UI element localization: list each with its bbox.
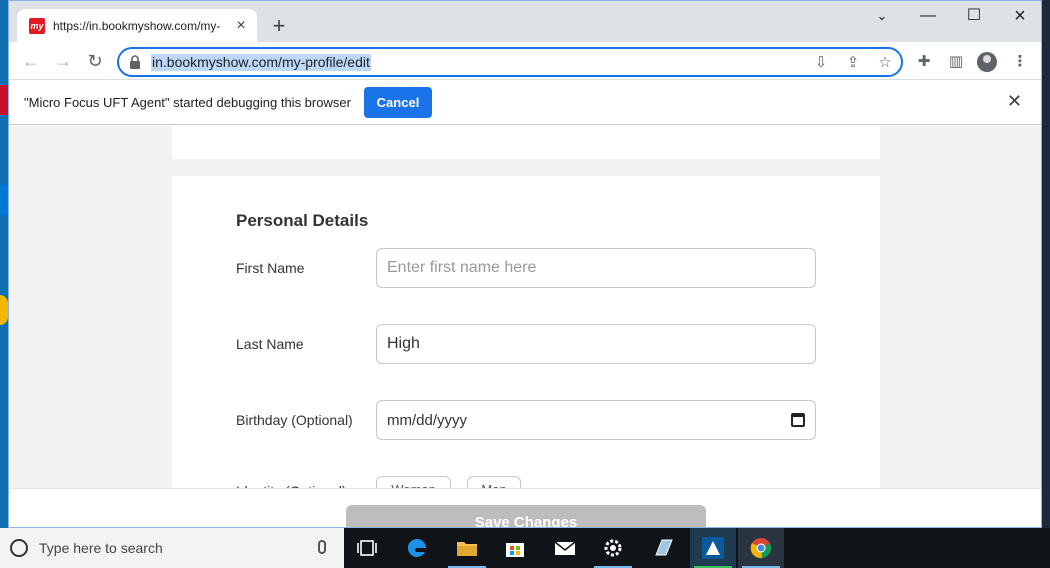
previous-card [172,126,880,159]
close-window-icon[interactable]: × [997,1,1041,31]
birthday-date-text: mm/dd/yyyy [387,412,468,429]
taskbar-chrome[interactable] [738,528,784,568]
desktop-background [0,0,8,528]
lock-icon [130,55,140,69]
infobar-close-icon[interactable]: ✕ [1007,91,1022,112]
reload-icon[interactable]: ↻ [83,49,107,73]
menu-kebab-icon[interactable]: ⋮ [1009,51,1031,73]
tab-search-icon[interactable]: ⌄ [859,1,905,31]
profile-avatar-icon[interactable] [977,52,997,72]
tab-title: https://in.bookmyshow.com/my- [53,19,221,33]
notepad-icon [655,539,673,556]
title-bar: my https://in.bookmyshow.com/my- × + ⌄ —… [9,1,1041,43]
desktop-icon[interactable] [0,85,8,115]
section-title: Personal Details [236,211,369,230]
taskbar-file-explorer[interactable] [444,528,490,568]
taskbar-mail[interactable] [542,528,588,568]
back-icon[interactable]: ← [19,49,43,73]
desktop-icon[interactable] [0,295,8,325]
tab-close-icon[interactable]: × [233,18,249,34]
share-icon[interactable]: ⇪ [843,53,863,73]
install-app-icon[interactable]: ⇩ [811,53,831,73]
taskbar-settings[interactable] [590,528,636,568]
debugging-infobar: "Micro Focus UFT Agent" started debuggin… [9,81,1041,125]
taskbar-app-notepad[interactable] [640,528,686,568]
browser-toolbar: ← → ↻ in.bookmyshow.com/my-profile/edit … [9,42,1041,80]
taskbar-app-uft[interactable] [690,528,736,568]
first-name-input[interactable] [376,248,816,288]
side-panel-icon[interactable]: ▥ [945,51,967,73]
windows-taskbar: Type here to search [0,528,1050,568]
folder-icon [457,542,477,556]
microphone-icon[interactable] [318,540,326,554]
address-bar[interactable]: in.bookmyshow.com/my-profile/edit ⇩ ⇪ ☆ [117,47,903,77]
first-name-label: First Name [236,260,305,276]
birthday-label: Birthday (Optional) [236,412,353,428]
task-view-button[interactable] [344,528,390,568]
new-tab-icon[interactable]: + [267,14,291,38]
calendar-icon[interactable] [791,413,805,427]
minimize-icon[interactable]: — [905,1,951,31]
task-view-icon [357,540,377,556]
sticky-footer: Save Changes [9,488,1041,527]
forward-icon[interactable]: → [51,49,75,73]
store-icon [506,543,524,557]
infobar-message: "Micro Focus UFT Agent" started debuggin… [24,95,351,110]
taskbar-search-placeholder: Type here to search [39,540,163,556]
bookmyshow-favicon-icon: my [29,18,45,34]
uft-agent-icon [702,537,724,559]
personal-details-card: Personal Details First Name Last Name Bi… [172,176,880,527]
last-name-input[interactable] [376,324,816,364]
gear-icon [604,539,622,557]
save-changes-button[interactable]: Save Changes [346,505,706,527]
maximize-icon[interactable]: ☐ [951,1,997,31]
desktop-icon[interactable] [0,185,8,215]
cancel-button[interactable]: Cancel [364,87,432,118]
taskbar-edge[interactable] [394,528,440,568]
url-text[interactable]: in.bookmyshow.com/my-profile/edit [151,54,371,71]
taskbar-search-box[interactable]: Type here to search [0,528,344,568]
chrome-icon [750,538,772,559]
browser-window: my https://in.bookmyshow.com/my- × + ⌄ —… [8,0,1042,528]
page-viewport: Personal Details First Name Last Name Bi… [9,126,1041,527]
last-name-label: Last Name [236,336,304,352]
bookmark-star-icon[interactable]: ☆ [875,53,895,73]
edge-icon [407,538,426,557]
mail-icon [554,541,576,555]
extensions-icon[interactable]: ✚ [913,51,935,73]
birthday-date-input[interactable]: mm/dd/yyyy [376,400,816,440]
browser-tab[interactable]: my https://in.bookmyshow.com/my- × [17,9,257,43]
taskbar-store[interactable] [492,528,538,568]
search-icon [10,539,28,557]
